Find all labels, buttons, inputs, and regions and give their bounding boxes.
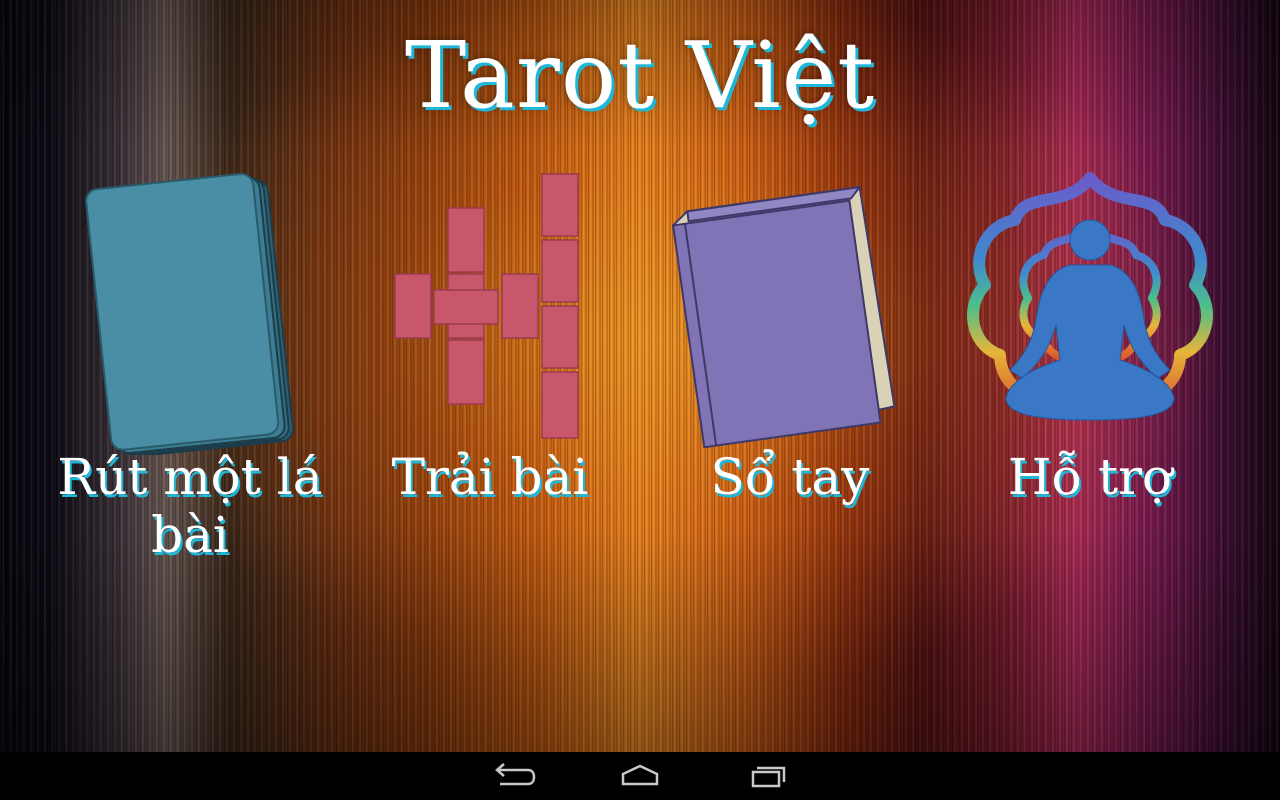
main-menu: Rút một lá bài Trải bài Sổ tay Hỗ trợ	[0, 160, 1280, 580]
home-icon	[621, 764, 659, 786]
menu-item-label: Hỗ trợ	[1007, 448, 1173, 506]
recent-apps-icon	[751, 766, 786, 788]
app-background: Tarot Việt Rút một lá bài Trải bài Sổ ta…	[0, 0, 1280, 752]
back-icon	[495, 763, 536, 786]
menu-item-card-spread[interactable]: Trải bài	[340, 160, 640, 580]
app-title: Tarot Việt	[404, 22, 876, 129]
menu-item-label: Trải bài	[391, 448, 589, 506]
menu-item-draw-card[interactable]: Rút một lá bài	[40, 160, 340, 580]
menu-item-notebook[interactable]: Sổ tay	[640, 160, 940, 580]
menu-item-support[interactable]: Hỗ trợ	[940, 160, 1240, 580]
home-button[interactable]	[610, 760, 670, 792]
tarot-card-deck-icon	[85, 172, 294, 455]
book-icon	[671, 185, 896, 449]
meditation-lotus-icon	[967, 172, 1213, 421]
menu-item-label: Sổ tay	[710, 448, 870, 506]
menu-item-label: Rút một lá bài	[57, 448, 323, 564]
card-spread-icon	[394, 173, 579, 439]
recent-apps-button[interactable]	[738, 760, 798, 792]
system-navigation-bar	[0, 752, 1280, 800]
back-button[interactable]	[482, 760, 542, 792]
